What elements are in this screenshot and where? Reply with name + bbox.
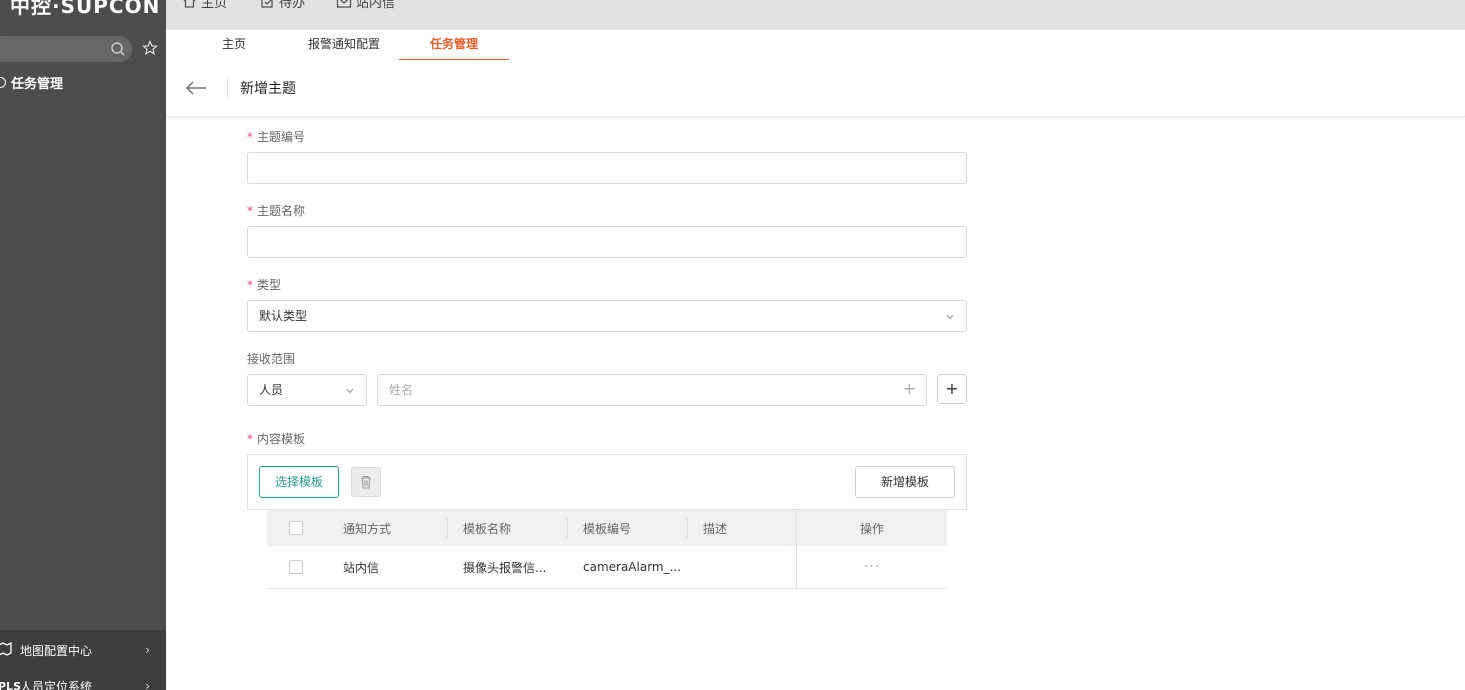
table-header: 通知方式 模板名称 模板编号 描述 操作 — [267, 510, 947, 546]
sidebar: 中控·SUPCON 任务管理 地图配置中心 › PLS 人员定位系统 › — [0, 0, 166, 690]
app-logo: 中控·SUPCON — [10, 0, 161, 18]
tab-alarm-notification-config[interactable]: 报警通知配置 — [294, 30, 394, 59]
page-header: 新增主题 — [166, 60, 1465, 117]
scope-label: 接收范围 — [247, 352, 296, 366]
star-icon[interactable] — [142, 40, 158, 56]
required-mark: * — [247, 130, 253, 144]
tab-bar: 主页 报警通知配置 任务管理 — [166, 30, 1465, 61]
topnav-mail[interactable]: 站内信 — [336, 0, 395, 11]
header-divider — [227, 76, 228, 100]
type-label: * 类型 — [247, 276, 281, 293]
select-all-checkbox[interactable] — [289, 521, 303, 535]
template-name-cell: 摄像头报警信... — [463, 560, 547, 575]
sidebar-item-label: 人员定位系统 — [20, 679, 93, 690]
topnav-label: 站内信 — [356, 0, 396, 11]
mail-icon — [336, 0, 352, 8]
required-mark: * — [247, 204, 253, 218]
plus-icon[interactable]: + — [903, 380, 916, 398]
sidebar-item-map-config[interactable]: 地图配置中心 › — [0, 636, 166, 664]
circle-icon — [0, 76, 6, 88]
select-all-cell — [289, 510, 303, 546]
column-header: 模板名称 — [463, 521, 512, 536]
label-text: 内容模板 — [257, 432, 306, 446]
column-header: 通知方式 — [343, 521, 392, 536]
scope-name-input[interactable]: 姓名 + — [377, 374, 927, 406]
template-code-cell: cameraAlarm_... — [583, 560, 682, 574]
topic-code-input[interactable] — [247, 152, 967, 184]
scope-kind-value: 人员 — [259, 383, 284, 397]
topnav-home[interactable]: 主页 — [182, 0, 227, 11]
required-mark: * — [247, 278, 253, 292]
chevron-down-icon — [346, 388, 354, 394]
label-text: 主题名称 — [257, 204, 306, 218]
chevron-right-icon: › — [145, 643, 150, 657]
topic-name-label: * 主题名称 — [247, 202, 305, 219]
notify-method-cell: 站内信 — [343, 560, 380, 575]
topnav-todo[interactable]: 待办 — [260, 0, 305, 11]
fixed-column-divider — [796, 510, 797, 588]
add-scope-button[interactable]: + — [937, 374, 967, 404]
todo-icon — [261, 0, 273, 8]
select-template-button[interactable]: 选择模板 — [259, 466, 339, 498]
chevron-right-icon: › — [145, 679, 150, 690]
sidebar-item-label: 地图配置中心 — [20, 643, 93, 658]
more-icon[interactable]: ··· — [864, 559, 880, 575]
sidebar-item-task-management[interactable]: 任务管理 — [0, 72, 63, 92]
trash-icon — [361, 476, 371, 489]
row-actions-cell: ··· — [797, 546, 947, 588]
back-arrow-icon[interactable] — [184, 78, 208, 98]
topnav-label: 主页 — [201, 0, 228, 11]
scope-kind-select[interactable]: 人员 — [247, 374, 367, 406]
row-checkbox[interactable] — [289, 560, 303, 574]
row-select-cell — [289, 546, 303, 588]
sidebar-bottom-menu: 地图配置中心 › PLS 人员定位系统 › — [0, 630, 166, 690]
type-select-value: 默认类型 — [259, 309, 308, 323]
column-header: 操作 — [859, 521, 884, 536]
pls-icon: PLS — [0, 679, 21, 690]
template-label: * 内容模板 — [247, 430, 305, 447]
column-divider — [567, 518, 568, 538]
new-template-button[interactable]: 新增模板 — [855, 466, 955, 498]
sidebar-search-input[interactable] — [0, 36, 132, 62]
home-icon — [183, 0, 196, 8]
tab-task-management[interactable]: 任务管理 — [399, 30, 509, 61]
required-mark: * — [247, 432, 253, 446]
template-toolbar: 选择模板 新增模板 — [247, 454, 967, 510]
type-select[interactable]: 默认类型 — [247, 300, 967, 332]
column-header: 模板编号 — [583, 521, 632, 536]
topic-code-label: * 主题编号 — [247, 128, 305, 145]
column-header: 描述 — [703, 521, 728, 536]
topic-name-input[interactable] — [247, 226, 967, 258]
column-divider — [447, 518, 448, 538]
sidebar-item-label: 任务管理 — [11, 76, 64, 92]
map-icon — [0, 641, 14, 659]
label-text: 类型 — [257, 278, 282, 292]
delete-template-button[interactable] — [351, 467, 381, 497]
top-bar: 主页 待办 站内信 — [166, 0, 1465, 30]
search-icon[interactable] — [110, 41, 126, 57]
scope-name-placeholder: 姓名 — [389, 383, 414, 397]
column-divider — [687, 518, 688, 538]
table-row: 站内信 摄像头报警信... cameraAlarm_... ··· — [267, 546, 947, 589]
topnav-label: 待办 — [279, 0, 306, 11]
tab-home[interactable]: 主页 — [202, 30, 266, 59]
chevron-down-icon — [946, 314, 954, 320]
label-text: 主题编号 — [257, 130, 306, 144]
sidebar-item-personnel-positioning[interactable]: PLS 人员定位系统 › — [0, 672, 166, 690]
page-title: 新增主题 — [240, 81, 296, 97]
